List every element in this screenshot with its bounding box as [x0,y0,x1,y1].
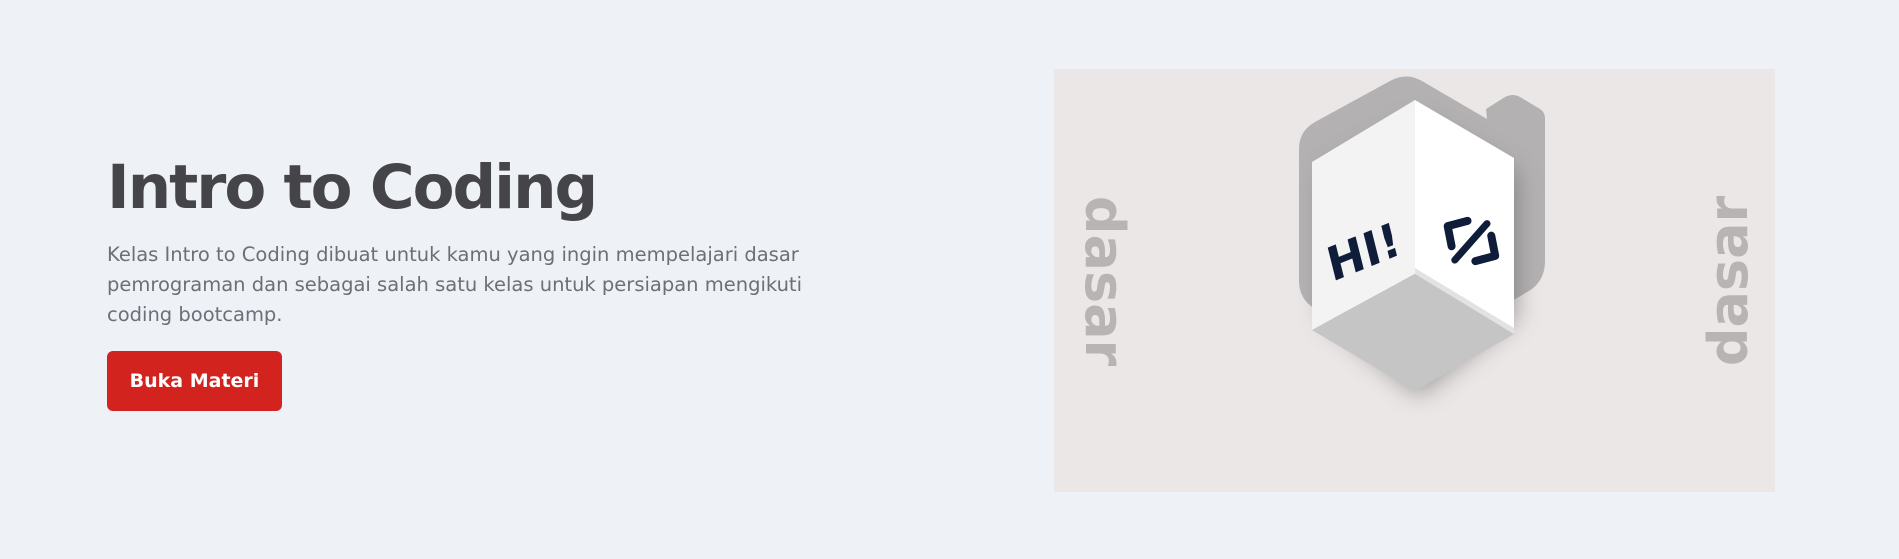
course-illustration-panel: dasar dasar HI! [1054,69,1775,492]
open-material-button[interactable]: Buka Materi [107,351,282,411]
course-description: Kelas Intro to Coding dibuat untuk kamu … [107,243,802,326]
course-title: Intro to Coding [107,152,598,223]
coding-cube-illustration: HI! [1299,76,1545,396]
hero-text-block: Intro to Coding Kelas Intro to Coding di… [107,150,807,330]
